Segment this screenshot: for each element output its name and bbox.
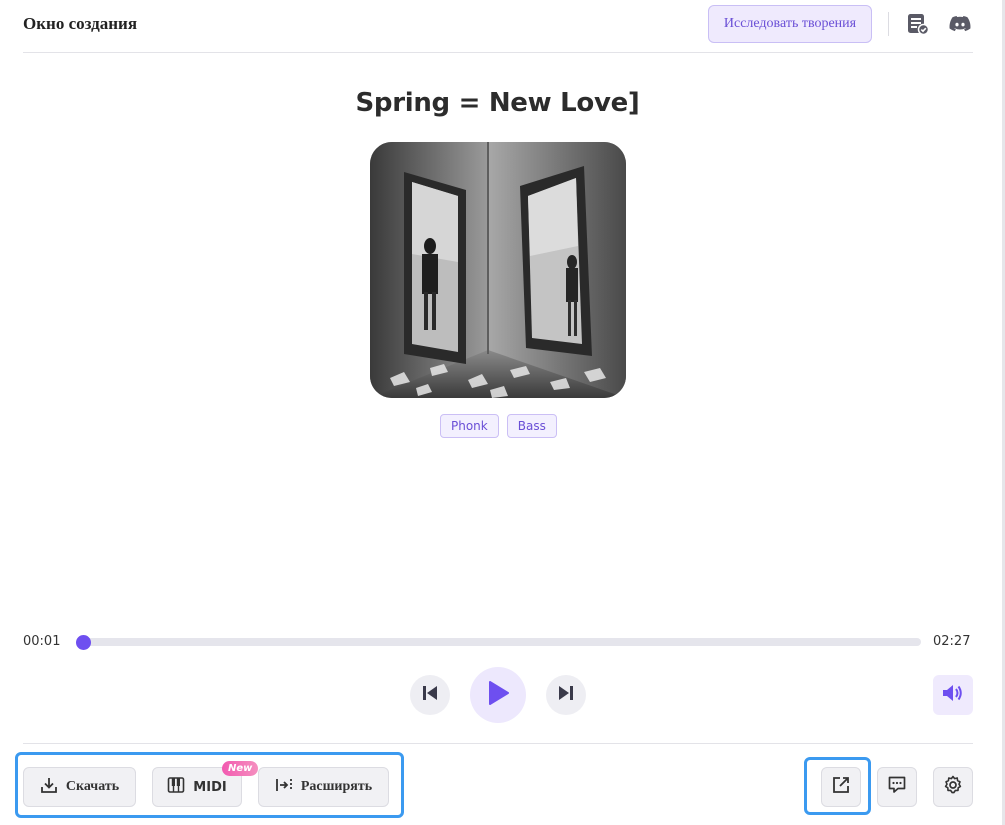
share-button[interactable] [821, 767, 861, 807]
download-label: Скачать [65, 779, 120, 794]
download-icon [40, 776, 58, 799]
gear-icon [943, 775, 963, 800]
list-check-icon[interactable] [906, 12, 930, 36]
header: Окно создания Исследовать творения [23, 0, 973, 53]
volume-button[interactable] [933, 675, 973, 715]
explore-creations-button[interactable]: Исследовать творения [708, 5, 872, 43]
current-time: 00:01 [23, 634, 61, 649]
skip-back-icon [421, 684, 439, 707]
extend-button[interactable]: Расширять [258, 767, 389, 807]
volume-icon [942, 683, 964, 708]
comment-button[interactable] [877, 767, 917, 807]
play-button[interactable] [470, 667, 526, 723]
page-title: Окно создания [23, 14, 138, 33]
new-badge: New [222, 761, 259, 776]
extend-label: Расширять [300, 779, 373, 794]
song-title: Spring = New Love] [355, 88, 640, 118]
discord-icon[interactable] [948, 12, 972, 36]
header-divider [888, 12, 889, 36]
extend-icon [275, 776, 293, 799]
bottom-divider [23, 743, 973, 744]
progress-thumb[interactable] [75, 635, 91, 650]
play-icon [487, 680, 509, 710]
comment-icon [887, 775, 907, 800]
next-button[interactable] [546, 675, 586, 715]
midi-label: MIDI [193, 779, 227, 795]
tag-bass[interactable]: Bass [506, 414, 557, 438]
progress-track[interactable] [77, 638, 921, 646]
piano-icon [167, 776, 185, 798]
skip-forward-icon [557, 684, 575, 707]
tag-list: Phonk Bass [440, 414, 557, 438]
previous-button[interactable] [410, 675, 450, 715]
settings-button[interactable] [933, 767, 973, 807]
total-time: 02:27 [933, 634, 971, 649]
external-link-icon [831, 775, 851, 800]
tag-phonk[interactable]: Phonk [440, 414, 499, 438]
cover-image [370, 142, 626, 398]
download-button[interactable]: Скачать [23, 767, 136, 807]
